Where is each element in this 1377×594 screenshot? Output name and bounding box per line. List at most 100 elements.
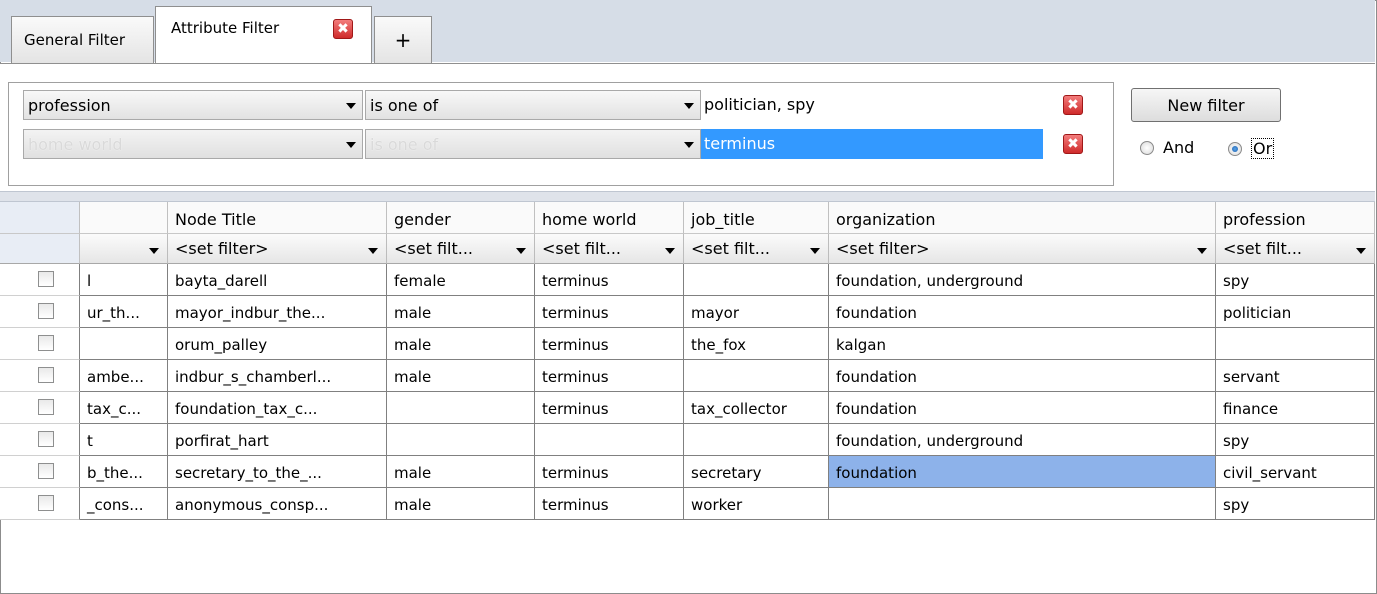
table-cell[interactable]: tax_collector xyxy=(684,392,829,424)
row-checkbox[interactable] xyxy=(38,431,54,447)
chevron-down-icon xyxy=(665,248,675,254)
column-filter-dropdown[interactable]: <set filt... xyxy=(1216,234,1375,264)
table-cell[interactable]: t xyxy=(80,424,168,456)
filter-field-value: profession xyxy=(28,96,111,115)
tab-general-filter[interactable]: General Filter xyxy=(11,16,154,63)
table-cell[interactable]: terminus xyxy=(535,296,684,328)
table-cell[interactable] xyxy=(1216,328,1375,360)
table-cell[interactable]: ambe... xyxy=(80,360,168,392)
tab-attribute-filter[interactable]: Attribute Filter ✖ xyxy=(155,6,372,63)
row-checkbox[interactable] xyxy=(38,495,54,511)
column-filter-dropdown[interactable] xyxy=(80,234,168,264)
table-cell-text: male xyxy=(394,336,432,354)
column-header[interactable]: Node Title xyxy=(168,202,387,234)
table-cell[interactable]: spy xyxy=(1216,424,1375,456)
table-cell[interactable]: male xyxy=(387,488,535,520)
table-cell[interactable] xyxy=(387,392,535,424)
table-cell[interactable]: ur_th... xyxy=(80,296,168,328)
filter-operator-dropdown[interactable]: is one of xyxy=(365,90,701,120)
remove-filter-icon[interactable]: ✖ xyxy=(1063,134,1083,154)
row-checkbox[interactable] xyxy=(38,335,54,351)
column-filter-dropdown[interactable]: <set filt... xyxy=(535,234,684,264)
table-cell[interactable]: bayta_darell xyxy=(168,264,387,296)
row-checkbox[interactable] xyxy=(38,303,54,319)
table-cell[interactable]: orum_palley xyxy=(168,328,387,360)
table-cell[interactable]: foundation xyxy=(829,360,1216,392)
column-filter-dropdown[interactable]: <set filter> xyxy=(168,234,387,264)
column-header[interactable]: home world xyxy=(535,202,684,234)
table-cell[interactable] xyxy=(535,424,684,456)
table-cell-text: the_fox xyxy=(691,336,746,354)
radio-or[interactable]: Or xyxy=(1228,138,1275,159)
table-cell[interactable]: male xyxy=(387,296,535,328)
table-cell[interactable]: kalgan xyxy=(829,328,1216,360)
table-cell[interactable]: _cons... xyxy=(80,488,168,520)
table-cell[interactable]: finance xyxy=(1216,392,1375,424)
table-cell[interactable]: foundation xyxy=(829,392,1216,424)
table-cell[interactable]: foundation, underground xyxy=(829,264,1216,296)
table-cell[interactable]: anonymous_consp... xyxy=(168,488,387,520)
new-filter-button[interactable]: New filter xyxy=(1131,88,1281,122)
table-cell[interactable] xyxy=(684,264,829,296)
table-cell[interactable]: l xyxy=(80,264,168,296)
row-checkbox[interactable] xyxy=(38,367,54,383)
table-cell[interactable] xyxy=(684,424,829,456)
column-header[interactable]: gender xyxy=(387,202,535,234)
table-cell[interactable]: foundation, underground xyxy=(829,424,1216,456)
column-filter-dropdown[interactable]: <set filt... xyxy=(684,234,829,264)
table-cell[interactable]: foundation xyxy=(829,456,1216,488)
table-cell[interactable] xyxy=(80,328,168,360)
table-cell[interactable]: mayor_indbur_the... xyxy=(168,296,387,328)
table-cell[interactable]: terminus xyxy=(535,488,684,520)
row-checkbox[interactable] xyxy=(38,463,54,479)
table-cell[interactable]: terminus xyxy=(535,264,684,296)
remove-filter-icon[interactable]: ✖ xyxy=(1063,95,1083,115)
panel-splitter[interactable] xyxy=(0,191,1375,202)
filter-field-dropdown-disabled[interactable]: home world xyxy=(23,129,363,159)
row-checkbox[interactable] xyxy=(38,271,54,287)
table-cell[interactable]: male xyxy=(387,328,535,360)
table-cell[interactable]: indbur_s_chamberl... xyxy=(168,360,387,392)
filter-operator-dropdown-disabled[interactable]: is one of xyxy=(365,129,701,159)
radio-and[interactable]: And xyxy=(1140,138,1194,157)
table-cell[interactable]: civil_servant xyxy=(1216,456,1375,488)
table-cell[interactable]: terminus xyxy=(535,392,684,424)
table-cell-text: mayor_indbur_the... xyxy=(175,304,326,322)
table-cell[interactable]: servant xyxy=(1216,360,1375,392)
column-header[interactable] xyxy=(80,202,168,234)
add-tab-button[interactable]: + xyxy=(374,16,432,63)
column-filter-dropdown[interactable]: <set filter> xyxy=(829,234,1216,264)
column-filter-dropdown[interactable]: <set filt... xyxy=(387,234,535,264)
close-tab-icon[interactable]: ✖ xyxy=(333,19,353,39)
table-cell[interactable] xyxy=(387,424,535,456)
table-cell[interactable]: spy xyxy=(1216,488,1375,520)
filter-value-input-selected[interactable]: terminus xyxy=(701,129,1043,159)
table-cell[interactable]: porfirat_hart xyxy=(168,424,387,456)
filter-value-input[interactable]: politician, spy xyxy=(701,90,1043,120)
table-cell[interactable]: female xyxy=(387,264,535,296)
table-cell[interactable] xyxy=(684,360,829,392)
table-cell[interactable]: terminus xyxy=(535,456,684,488)
table-cell[interactable]: male xyxy=(387,456,535,488)
table-cell[interactable] xyxy=(829,488,1216,520)
table-cell[interactable]: mayor xyxy=(684,296,829,328)
table-cell[interactable]: secretary xyxy=(684,456,829,488)
chevron-down-icon xyxy=(516,248,526,254)
filter-field-dropdown[interactable]: profession xyxy=(23,90,363,120)
table-cell[interactable]: spy xyxy=(1216,264,1375,296)
table-cell[interactable]: foundation_tax_c... xyxy=(168,392,387,424)
table-cell[interactable]: secretary_to_the_... xyxy=(168,456,387,488)
table-cell[interactable]: terminus xyxy=(535,360,684,392)
column-header[interactable]: organization xyxy=(829,202,1216,234)
table-cell[interactable]: foundation xyxy=(829,296,1216,328)
table-cell[interactable]: worker xyxy=(684,488,829,520)
table-cell[interactable]: politician xyxy=(1216,296,1375,328)
table-cell[interactable]: terminus xyxy=(535,328,684,360)
row-checkbox[interactable] xyxy=(38,399,54,415)
column-header[interactable]: job_title xyxy=(684,202,829,234)
table-cell[interactable]: b_the... xyxy=(80,456,168,488)
column-header[interactable]: profession xyxy=(1216,202,1375,234)
table-cell[interactable]: male xyxy=(387,360,535,392)
table-cell[interactable]: tax_c... xyxy=(80,392,168,424)
table-cell[interactable]: the_fox xyxy=(684,328,829,360)
